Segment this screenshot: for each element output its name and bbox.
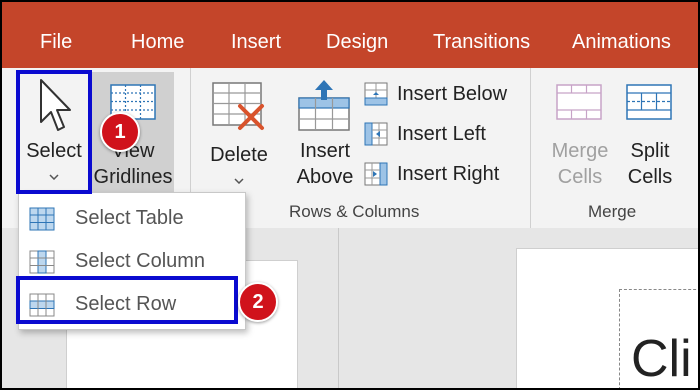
- insert-above-icon: [298, 80, 350, 131]
- column-icon: [29, 250, 55, 274]
- insert-below-label: Insert Below: [397, 83, 508, 105]
- menu-item-label: Select Column: [75, 250, 206, 272]
- merge-cells-button[interactable]: Merge Cells: [542, 72, 618, 192]
- step-badge-2: 2: [238, 282, 278, 322]
- insert-left-button[interactable]: Insert Left: [364, 120, 514, 150]
- group-label-rows-columns: Rows & Columns: [289, 202, 420, 221]
- split-cells-button[interactable]: Split Cells: [618, 72, 682, 192]
- insert-below-button[interactable]: Insert Below: [364, 80, 514, 110]
- insert-right-button[interactable]: Insert Right: [364, 160, 514, 190]
- group-separator: [530, 68, 531, 228]
- delete-button[interactable]: Delete: [202, 72, 276, 192]
- split-cells-icon: [626, 84, 672, 120]
- tab-design[interactable]: Design: [326, 30, 388, 54]
- merge-cells-label-1: Merge: [551, 140, 609, 162]
- merge-cells-icon: [556, 84, 602, 120]
- tab-animations[interactable]: Animations: [572, 30, 671, 54]
- delete-label: Delete: [210, 144, 268, 166]
- tab-insert[interactable]: Insert: [231, 30, 281, 54]
- slide-canvas[interactable]: Cli: [516, 248, 698, 388]
- view-gridlines-label-2: Gridlines: [93, 166, 173, 188]
- ribbon-tab-bar: File Home Insert Design Transitions Anim…: [2, 2, 698, 68]
- insert-left-icon: [364, 122, 388, 146]
- tab-file[interactable]: File: [40, 30, 72, 54]
- insert-right-icon: [364, 162, 388, 186]
- insert-above-button[interactable]: Insert Above: [288, 72, 362, 192]
- insert-above-label-1: Insert: [299, 140, 351, 162]
- highlight-box-select: [16, 70, 92, 194]
- insert-below-icon: [364, 82, 388, 106]
- insert-right-label: Insert Right: [397, 163, 500, 185]
- app-window: File Home Insert Design Transitions Anim…: [0, 0, 700, 390]
- insert-left-label: Insert Left: [397, 123, 486, 145]
- menu-item-select-table[interactable]: Select Table: [19, 197, 245, 239]
- split-cells-label-1: Split: [630, 140, 670, 162]
- table-icon: [29, 207, 55, 231]
- step-badge-1: 1: [100, 112, 140, 152]
- chevron-down-icon: [234, 178, 244, 184]
- delete-table-icon: [212, 82, 264, 130]
- slide-title-text: Cli: [631, 330, 692, 388]
- highlight-box-select-row: [16, 276, 238, 324]
- merge-cells-label-2: Cells: [557, 166, 603, 188]
- tab-home[interactable]: Home: [131, 30, 184, 54]
- tab-transitions[interactable]: Transitions: [433, 30, 530, 54]
- split-cells-label-2: Cells: [627, 166, 673, 188]
- pane-divider: [338, 228, 339, 388]
- menu-item-label: Select Table: [75, 207, 184, 229]
- group-label-merge: Merge: [588, 202, 637, 221]
- insert-above-label-2: Above: [296, 166, 354, 188]
